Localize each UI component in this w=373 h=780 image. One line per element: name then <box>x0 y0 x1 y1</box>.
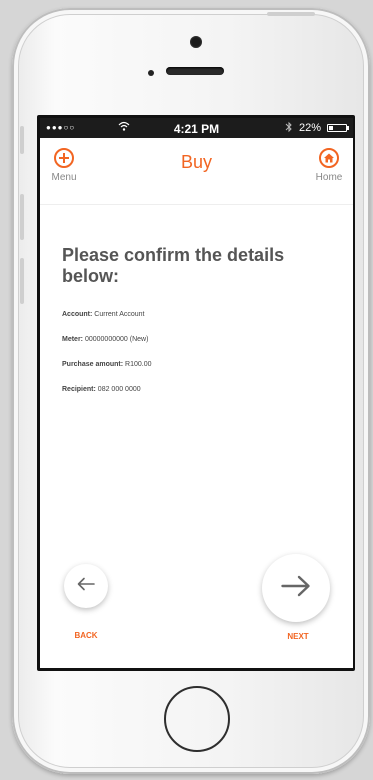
detail-account: Account: Current Account <box>62 311 145 318</box>
home-icon <box>319 148 339 168</box>
detail-recipient: Recipient: 082 000 0000 <box>62 386 141 393</box>
app-screen: ●●●○○ 4:21 PM 22% Menu Buy Home Please c… <box>40 118 353 668</box>
bluetooth-icon <box>285 121 293 136</box>
next-label[interactable]: NEXT <box>276 632 320 641</box>
arrow-left-icon <box>77 577 95 596</box>
confirm-details-section: Please confirm the details below: Accoun… <box>40 205 353 393</box>
battery-percentage: 22% <box>298 122 321 134</box>
battery-icon <box>327 124 349 132</box>
back-label[interactable]: BACK <box>64 631 108 640</box>
detail-meter: Meter: 00000000000 (New) <box>62 336 149 343</box>
earpiece-speaker <box>166 67 224 75</box>
home-label: Home <box>315 172 343 183</box>
home-button[interactable]: Home <box>309 148 349 183</box>
mute-switch <box>20 126 24 154</box>
proximity-sensor <box>148 70 154 76</box>
power-button <box>267 12 315 16</box>
confirm-heading: Please confirm the details below: <box>62 245 285 286</box>
front-camera <box>190 36 202 48</box>
volume-down-button <box>20 258 24 304</box>
back-button[interactable] <box>64 564 108 608</box>
arrow-right-icon <box>281 575 311 602</box>
hardware-home-button[interactable] <box>164 686 230 752</box>
page-title: Buy <box>180 152 213 172</box>
volume-up-button <box>20 194 24 240</box>
next-button[interactable] <box>262 554 330 622</box>
navigation-bar: Menu Buy Home <box>40 138 353 205</box>
detail-purchase-amount: Purchase amount: R100.00 <box>62 361 152 368</box>
menu-label: Menu <box>51 172 77 183</box>
status-bar: ●●●○○ 4:21 PM 22% <box>40 118 353 138</box>
